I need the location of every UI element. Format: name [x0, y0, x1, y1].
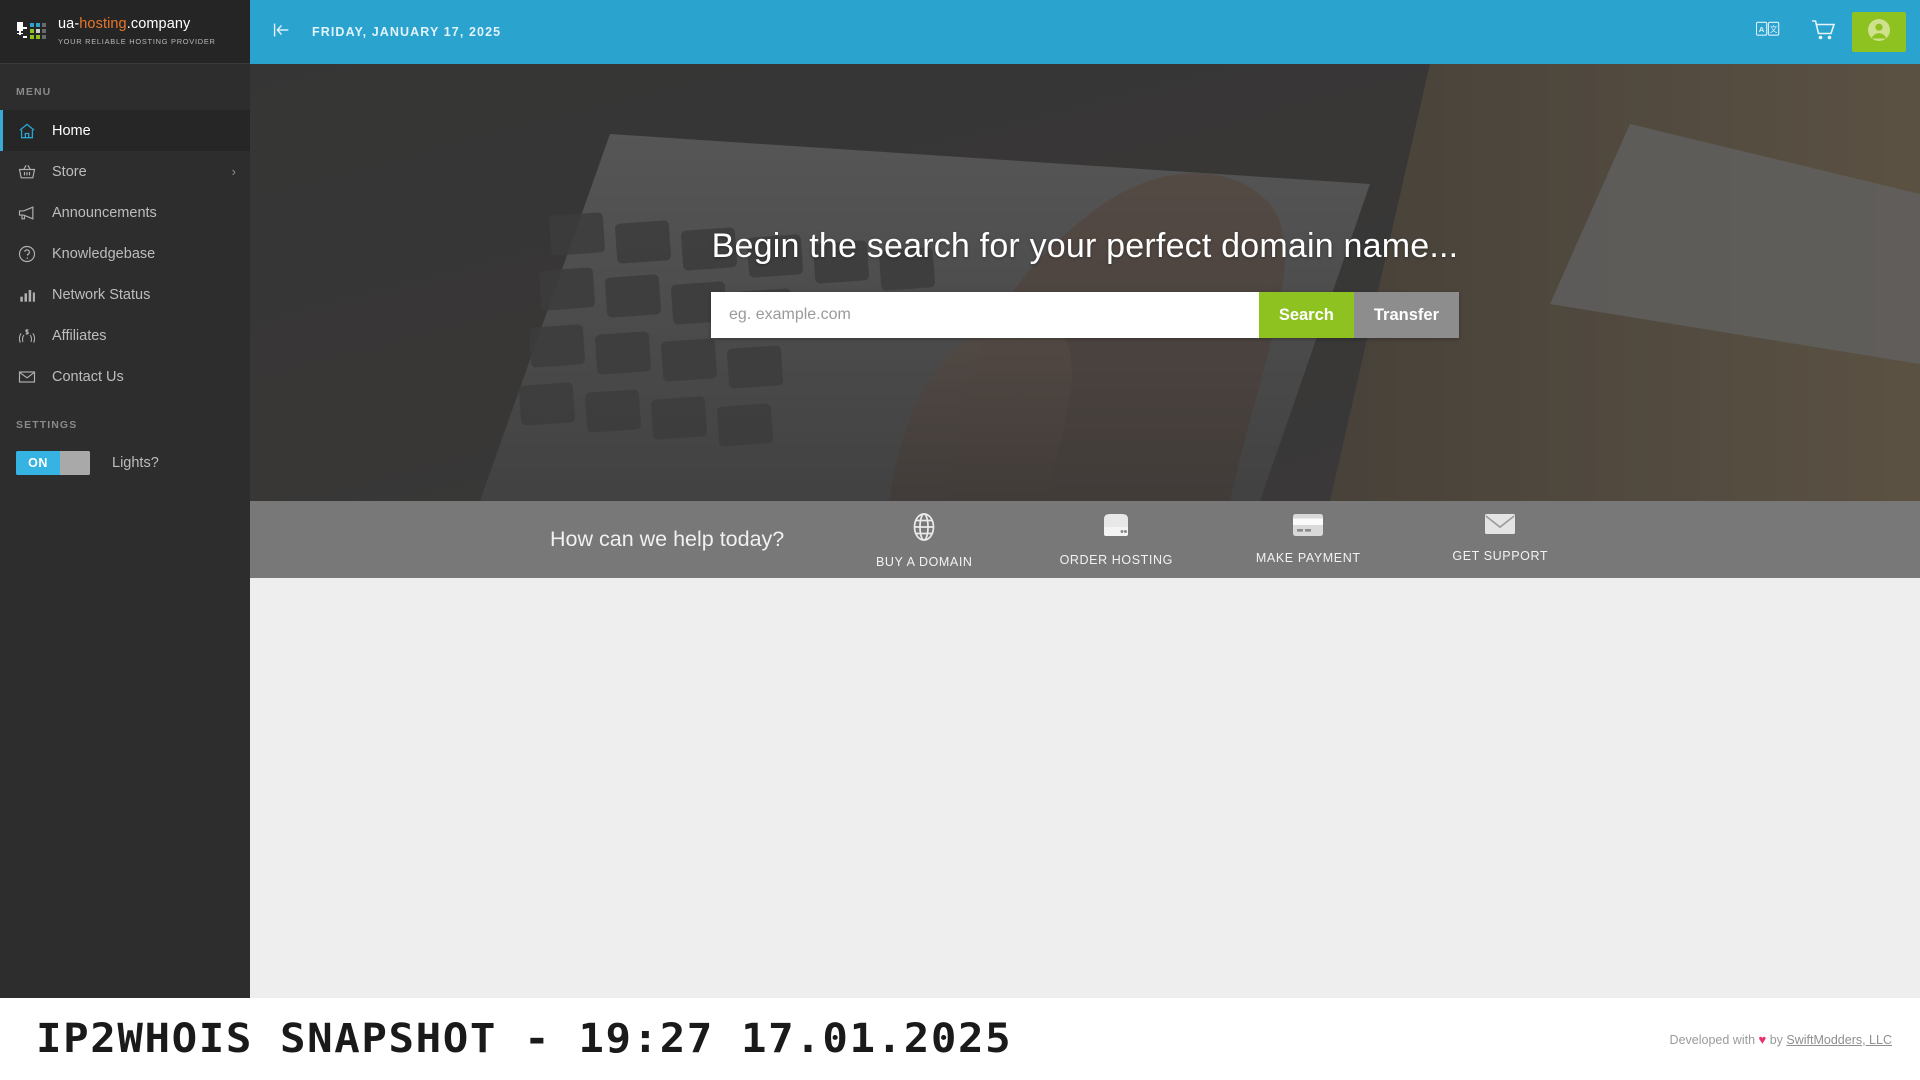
- lights-toggle-row: ON Lights?: [0, 451, 250, 475]
- hands-money-icon: [16, 325, 38, 347]
- sidebar-item-affiliates[interactable]: Affiliates: [0, 315, 250, 356]
- lights-toggle-label: Lights?: [112, 455, 159, 471]
- sidebar-item-label: Announcements: [52, 204, 157, 221]
- collapse-sidebar-button[interactable]: [250, 19, 312, 46]
- transfer-button[interactable]: Transfer: [1353, 292, 1459, 338]
- action-label: BUY A DOMAIN: [875, 554, 973, 569]
- domain-search-bar: Search Transfer: [711, 292, 1459, 338]
- help-prompt: How can we help today?: [550, 527, 785, 551]
- action-label: GET SUPPORT: [1452, 548, 1549, 563]
- collapse-left-icon: [270, 19, 292, 46]
- sidebar-item-contact-us[interactable]: Contact Us: [0, 356, 250, 397]
- svg-text:文: 文: [1770, 24, 1778, 34]
- current-date: FRIDAY, JANUARY 17, 2025: [312, 25, 502, 39]
- chevron-right-icon: ›: [231, 164, 236, 179]
- hero-content: Begin the search for your perfect domain…: [250, 64, 1920, 501]
- developer-link[interactable]: SwiftModders, LLC: [1786, 1033, 1892, 1047]
- page-root: ua-hosting.company YOUR RELIABLE HOSTING…: [0, 0, 1920, 1080]
- action-get-support[interactable]: GET SUPPORT: [1440, 511, 1560, 563]
- sidebar-item-network-status[interactable]: Network Status: [0, 274, 250, 315]
- sidebar-menu-heading: MENU: [16, 86, 52, 98]
- translate-icon: A 文: [1755, 21, 1780, 44]
- search-button[interactable]: Search: [1258, 292, 1354, 338]
- svg-text:A: A: [1759, 25, 1765, 34]
- sidebar-settings-heading: SETTINGS: [16, 419, 78, 431]
- sidebar-item-store[interactable]: Store ›: [0, 151, 250, 192]
- shopping-cart-icon: [1811, 18, 1837, 47]
- action-make-payment[interactable]: MAKE PAYMENT: [1248, 511, 1368, 565]
- hero-section: Begin the search for your perfect domain…: [250, 64, 1920, 501]
- language-button[interactable]: A 文: [1740, 0, 1796, 64]
- action-buy-a-domain[interactable]: BUY A DOMAIN: [864, 511, 984, 569]
- sidebar-item-label: Affiliates: [52, 327, 107, 344]
- top-bar-actions: A 文: [1740, 0, 1920, 64]
- top-bar: FRIDAY, JANUARY 17, 2025 A 文: [250, 0, 1920, 64]
- footer: IP2WHOIS SNAPSHOT - 19:27 17.01.2025 Dev…: [0, 998, 1920, 1080]
- megaphone-icon: [16, 202, 38, 224]
- brand-text: ua-hosting.company YOUR RELIABLE HOSTING…: [58, 16, 250, 48]
- hero-title: Begin the search for your perfect domain…: [711, 227, 1459, 265]
- action-label: MAKE PAYMENT: [1255, 550, 1361, 565]
- lights-toggle[interactable]: ON: [16, 451, 90, 475]
- brand-logo[interactable]: ua-hosting.company YOUR RELIABLE HOSTING…: [0, 0, 250, 64]
- quick-actions-list: BUY A DOMAIN ORDER HOSTING MAKE PAYMENT …: [864, 511, 1560, 569]
- sidebar-item-label: Contact Us: [52, 368, 124, 385]
- main-content-area: [250, 578, 1920, 998]
- sidebar-item-label: Network Status: [52, 286, 151, 303]
- action-order-hosting[interactable]: ORDER HOSTING: [1056, 511, 1176, 567]
- home-icon: [16, 120, 38, 142]
- sidebar-item-knowledgebase[interactable]: Knowledgebase: [0, 233, 250, 274]
- developer-credit: Developed with ♥ by SwiftModders, LLC: [1670, 1032, 1892, 1047]
- action-label: ORDER HOSTING: [1059, 552, 1173, 567]
- server-icon: [1099, 511, 1133, 546]
- bar-chart-icon: [16, 284, 38, 306]
- account-button[interactable]: [1852, 12, 1906, 52]
- toggle-knob: [60, 451, 90, 475]
- user-avatar-icon: [1867, 18, 1891, 47]
- credit-by: by: [1769, 1032, 1783, 1047]
- envelope-icon: [16, 366, 38, 388]
- domain-search-input[interactable]: [711, 292, 1259, 338]
- toggle-state-label: ON: [16, 451, 60, 475]
- sidebar-item-label: Home: [52, 122, 91, 139]
- sidebar-item-label: Knowledgebase: [52, 245, 156, 262]
- brand-name: ua-hosting.company: [58, 15, 191, 32]
- credit-card-icon: [1291, 511, 1325, 544]
- globe-icon: [909, 511, 939, 548]
- brand-tagline: YOUR RELIABLE HOSTING PROVIDER: [58, 36, 216, 46]
- sidebar: ua-hosting.company YOUR RELIABLE HOSTING…: [0, 0, 250, 998]
- sidebar-item-home[interactable]: Home: [0, 110, 250, 151]
- sidebar-item-label: Store: [52, 163, 87, 180]
- sidebar-item-announcements[interactable]: Announcements: [0, 192, 250, 233]
- credit-prefix: Developed with: [1669, 1032, 1756, 1047]
- envelope-icon: [1483, 511, 1517, 542]
- heart-icon: ♥: [1758, 1031, 1767, 1047]
- cart-button[interactable]: [1796, 0, 1852, 64]
- question-mark-icon: [16, 243, 38, 265]
- quick-actions-bar: How can we help today? BUY A DOMAIN ORDE…: [250, 501, 1920, 578]
- grid-dots-logo-icon: [14, 18, 48, 46]
- basket-icon: [16, 161, 38, 183]
- snapshot-title: IP2WHOIS SNAPSHOT - 19:27 17.01.2025: [36, 1016, 1013, 1062]
